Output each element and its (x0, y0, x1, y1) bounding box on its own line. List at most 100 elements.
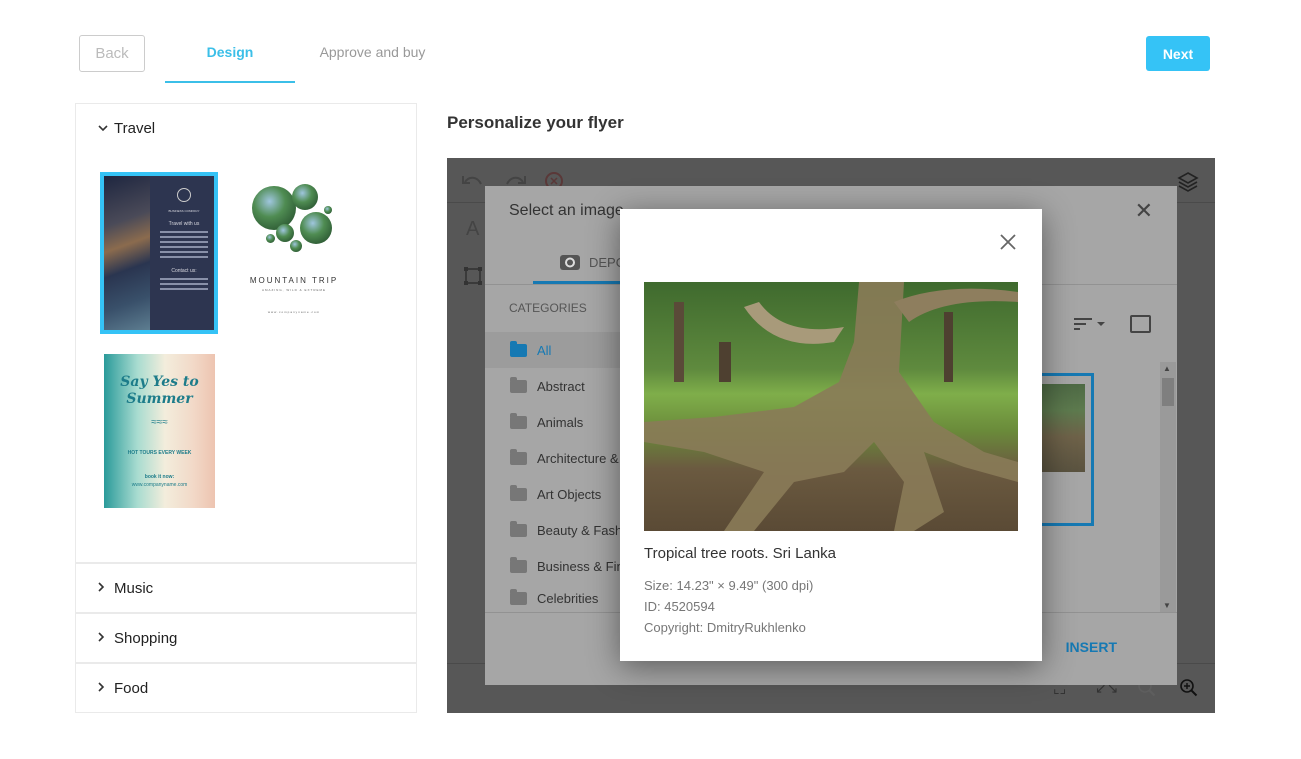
photo-circle (252, 186, 296, 230)
layers-icon[interactable] (1176, 170, 1200, 199)
preview-image (644, 282, 1018, 531)
folder-icon (510, 412, 527, 429)
photo-circle (324, 206, 332, 214)
scroll-up-icon[interactable]: ▲ (1163, 364, 1171, 373)
text-line (160, 283, 208, 285)
category-food-header[interactable]: Food (76, 664, 416, 712)
category-item-business-finance[interactable]: Business & Fin (485, 548, 625, 584)
template-cta: book it now: www.companyname.com (104, 473, 215, 489)
text-tool-icon[interactable]: A (466, 218, 479, 241)
text-line (160, 246, 208, 248)
scroll-down-icon[interactable]: ▼ (1163, 601, 1171, 610)
map-image (104, 176, 150, 330)
folder-icon (510, 448, 527, 465)
category-music[interactable]: Music (75, 563, 417, 613)
category-label: Business & Fin (537, 558, 624, 574)
tab-depositphotos[interactable]: DEPO (533, 244, 626, 284)
close-icon[interactable] (1000, 231, 1016, 255)
photo-circle (300, 212, 332, 244)
text-line (160, 256, 208, 258)
template-cta-text: book it now: (144, 474, 175, 480)
category-label: Shopping (114, 629, 178, 647)
text-line (160, 241, 208, 243)
photo-circle (266, 234, 275, 243)
folder-icon (510, 520, 527, 537)
template-subtitle: AMAZING, WILD & EXTREME (261, 288, 326, 292)
category-item-architecture[interactable]: Architecture & (485, 440, 625, 476)
category-shopping-header[interactable]: Shopping (76, 614, 416, 662)
template-name: Say Yes to Summer (120, 374, 199, 407)
categories-title: CATEGORIES (509, 301, 587, 315)
fullscreen-icon[interactable] (1130, 315, 1151, 333)
folder-icon (510, 376, 527, 393)
category-item-celebrities[interactable]: Celebrities (485, 584, 625, 612)
image-id: ID: 4520594 (644, 599, 715, 614)
close-icon[interactable]: ✕ (1135, 198, 1153, 224)
image-preview-modal: Tropical tree roots. Sri Lanka Size: 14.… (620, 209, 1042, 661)
step-tab-design[interactable]: Design (165, 35, 295, 83)
back-button[interactable]: Back (79, 35, 145, 72)
category-travel: Travel BUSINESS COMPANY Travel with us C… (75, 103, 417, 563)
category-label: Abstract (537, 378, 585, 394)
category-label: Food (114, 679, 149, 697)
waves-icon: ≈≈≈ (151, 417, 168, 428)
photo-circle (292, 184, 318, 210)
template-name: Travel with us (168, 221, 200, 227)
photo-circle (276, 224, 294, 242)
template-thumbnail-mountain-trip[interactable]: MOUNTAIN TRIP AMAZING, WILD & EXTREME ww… (242, 176, 346, 326)
chevron-right-icon (98, 681, 114, 695)
template-thumbnail-travel-with-us[interactable]: BUSINESS COMPANY Travel with us Contact … (100, 172, 218, 334)
category-music-header[interactable]: Music (76, 564, 416, 612)
chevron-down-icon (98, 121, 114, 135)
category-label: Travel (114, 119, 156, 137)
folder-icon (510, 556, 527, 573)
step-tab-approve-and-buy[interactable]: Approve and buy (300, 35, 445, 83)
text-line (160, 288, 208, 290)
scrollbar-thumb[interactable] (1162, 378, 1174, 406)
image-copyright: Copyright: DmitryRukhlenko (644, 620, 806, 635)
template-contact: Contact us: (171, 268, 197, 274)
category-shopping[interactable]: Shopping (75, 613, 417, 663)
chevron-right-icon (98, 581, 114, 595)
text-line (160, 251, 208, 253)
undo-icon[interactable] (461, 172, 485, 195)
chevron-right-icon (98, 631, 114, 645)
category-label: Celebrities (537, 590, 599, 606)
sort-icon[interactable] (1073, 316, 1109, 335)
folder-icon (510, 588, 527, 605)
category-item-all[interactable]: All (485, 332, 625, 368)
template-sidebar: Travel BUSINESS COMPANY Travel with us C… (75, 103, 417, 713)
page-title: Personalize your flyer (447, 113, 624, 132)
category-item-art-objects[interactable]: Art Objects (485, 476, 625, 512)
category-label: Art Objects (537, 486, 602, 502)
category-item-animals[interactable]: Animals (485, 404, 625, 440)
photo-circle (290, 240, 302, 252)
template-url: www.companyname.com (131, 482, 188, 488)
insert-button[interactable]: INSERT (1066, 639, 1117, 655)
category-travel-header[interactable]: Travel (76, 104, 416, 152)
dialog-title: Select an image (509, 202, 624, 219)
text-line (160, 278, 208, 280)
category-item-abstract[interactable]: Abstract (485, 368, 625, 404)
template-name: MOUNTAIN TRIP (249, 276, 339, 285)
category-item-beauty-fashion[interactable]: Beauty & Fash (485, 512, 625, 548)
template-company: BUSINESS COMPANY (168, 209, 200, 213)
text-line (160, 231, 208, 233)
next-button[interactable]: Next (1146, 36, 1210, 71)
scrollbar[interactable]: ▲ ▼ (1160, 362, 1176, 612)
zoom-in-icon[interactable] (1179, 678, 1199, 701)
folder-icon (510, 340, 527, 357)
shape-tool-icon[interactable] (463, 266, 483, 291)
category-label: Music (114, 579, 154, 597)
logo-icon (177, 188, 191, 202)
folder-icon (510, 484, 527, 501)
template-thumbnail-say-yes-to-summer[interactable]: Say Yes to Summer ≈≈≈ HOT TOURS EVERY WE… (104, 354, 215, 508)
category-label: All (537, 342, 552, 358)
category-label: Animals (537, 414, 584, 430)
category-label: Beauty & Fash (537, 522, 623, 538)
image-size: Size: 14.23" × 9.49" (300 dpi) (644, 578, 814, 593)
template-url: www.companyname.com (267, 310, 321, 314)
camera-icon (559, 251, 581, 274)
category-food[interactable]: Food (75, 663, 417, 713)
category-label: Architecture & (537, 450, 619, 466)
